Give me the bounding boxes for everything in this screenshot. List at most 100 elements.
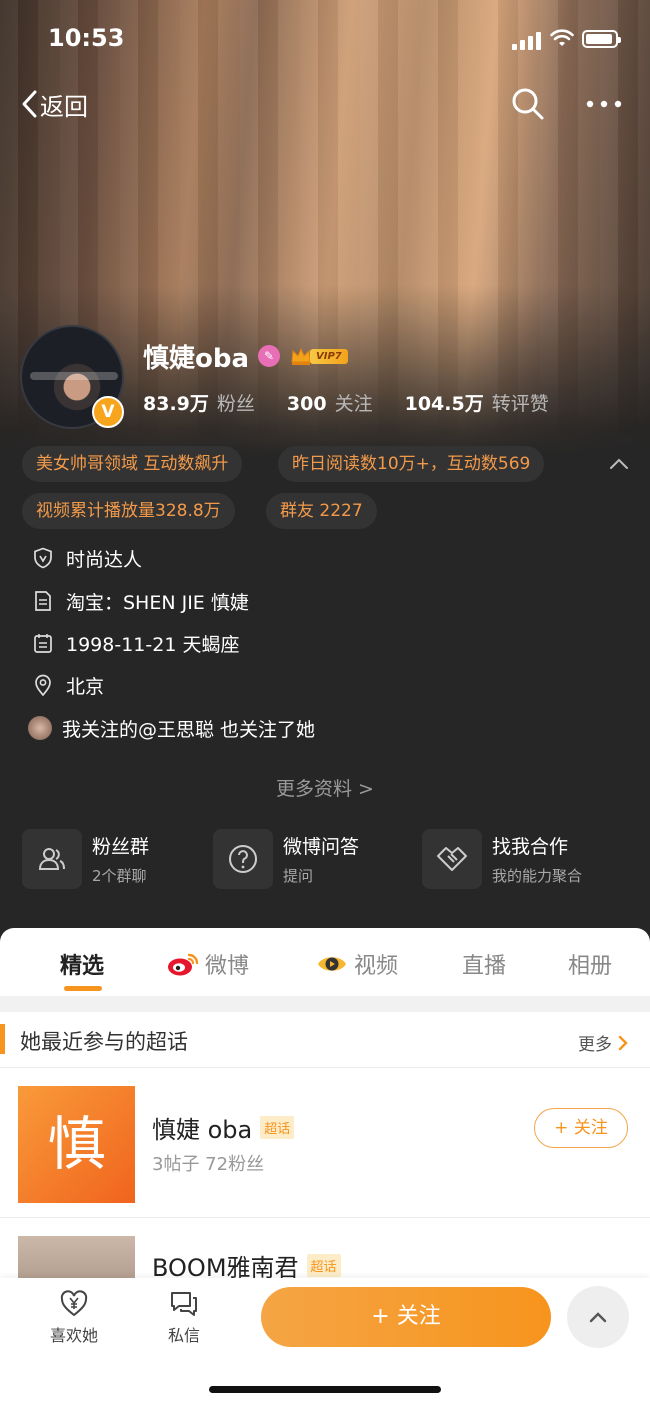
info-location: 北京 — [32, 670, 104, 700]
fans-count[interactable]: 83.9万 粉丝 — [143, 389, 255, 416]
section-title: 她最近参与的超话 — [20, 1030, 188, 1054]
fan-group-icon-box — [22, 829, 82, 889]
vip-label: VIP7 — [310, 348, 348, 364]
back-button[interactable]: 返回 — [18, 86, 88, 122]
interaction-count[interactable]: 104.5万 转评赞 — [405, 389, 549, 416]
topic-stats: 3帖子 72粉丝 — [152, 1154, 265, 1175]
tab-featured[interactable]: 精选 — [60, 948, 104, 980]
info-birthday: 1998-11-21 天蝎座 — [32, 628, 239, 658]
follow-button[interactable]: + 关注 — [261, 1287, 551, 1347]
super-topic-badge: 超话 — [260, 1116, 295, 1139]
tab-featured-label: 精选 — [60, 954, 105, 979]
back-label: 返回 — [40, 92, 88, 121]
cooperation-icon-box — [422, 829, 482, 889]
topic-name: 慎婕 oba — [152, 1116, 253, 1144]
super-topic-section-header: 她最近参与的超话 更多 — [0, 1012, 650, 1068]
fans-label: 粉丝 — [216, 393, 255, 415]
topic-thumbnail: 慎 — [18, 1086, 135, 1203]
battery-icon — [582, 30, 621, 48]
following-count[interactable]: 300 关注 — [287, 389, 373, 416]
vip-badge[interactable]: VIP7 — [290, 344, 348, 368]
location-pin-icon — [35, 674, 51, 696]
video-eye-icon — [318, 957, 346, 971]
tab-weibo[interactable]: 微博 — [167, 948, 249, 980]
info-title: 时尚达人 — [66, 548, 143, 571]
feature-fan-group-title: 粉丝群 — [92, 836, 150, 858]
tag-group-members[interactable]: 群友 2227 — [266, 493, 377, 529]
handshake-icon — [437, 847, 467, 871]
profile-stats: 83.9万 粉丝 300 关注 104.5万 转评赞 — [143, 389, 581, 416]
info-birthday-text: 1998-11-21 天蝎座 — [66, 633, 240, 656]
tab-video[interactable]: 视频 — [316, 948, 398, 980]
feature-cooperation[interactable]: 找我合作 我的能力聚合 — [422, 828, 582, 890]
info-taobao-text: 淘宝：SHEN JIE 慎婕 — [66, 591, 249, 614]
following-label: 关注 — [334, 393, 373, 415]
weibo-icon — [168, 953, 199, 976]
chevron-left-icon — [22, 90, 37, 118]
crown-icon — [291, 347, 311, 365]
following-number: 300 — [286, 393, 327, 415]
chevron-up-icon[interactable] — [608, 455, 630, 471]
wifi-icon — [550, 29, 574, 46]
interaction-label: 转评赞 — [491, 393, 549, 415]
verified-badge: V — [92, 396, 124, 428]
people-icon — [38, 848, 65, 870]
active-tab-indicator — [64, 986, 102, 991]
feature-qa-title: 微博问答 — [283, 836, 360, 858]
qa-icon-box — [213, 829, 273, 889]
section-divider — [0, 996, 650, 1012]
super-topic-item[interactable]: 慎 慎婕 oba 超话 3帖子 72粉丝 + 关注 — [0, 1068, 650, 1218]
tab-album[interactable]: 相册 — [568, 948, 612, 980]
member-badge-icon[interactable]: ✎ — [258, 345, 280, 367]
search-icon[interactable] — [510, 86, 546, 122]
feature-qa-sub: 提问 — [283, 867, 314, 885]
calendar-icon — [34, 634, 52, 653]
scroll-top-button[interactable] — [567, 1286, 629, 1348]
question-icon — [229, 845, 257, 873]
like-her-button[interactable]: 喜欢她 — [44, 1290, 104, 1346]
info-verification: 时尚达人 — [32, 543, 142, 573]
shield-icon — [34, 547, 52, 569]
interaction-number: 104.5万 — [404, 393, 484, 415]
tag-domain[interactable]: 美女帅哥领域 互动数飙升 — [22, 446, 243, 482]
info-mutual-follow[interactable]: 我关注的@王思聪 也关注了她 — [28, 713, 316, 743]
profile-name: 慎婕oba — [143, 344, 250, 374]
tab-live-label: 直播 — [462, 954, 507, 979]
heart-yen-icon — [60, 1290, 88, 1317]
info-mutual-text: 我关注的@王思聪 也关注了她 — [62, 718, 316, 741]
status-bar: 10:53 — [0, 22, 650, 58]
fans-number: 83.9万 — [143, 393, 209, 415]
more-icon[interactable] — [584, 92, 624, 116]
topic-thumbnail-char: 慎 — [47, 1110, 106, 1178]
super-topic-badge: 超话 — [306, 1254, 341, 1277]
tag-video-plays[interactable]: 视频累计播放量328.8万 — [22, 493, 235, 529]
section-more-label: 更多 — [578, 1035, 612, 1055]
feature-cooperation-title: 找我合作 — [492, 836, 569, 858]
section-accent-bar — [0, 1024, 5, 1054]
chevron-up-icon — [589, 1312, 607, 1323]
tab-weibo-label: 微博 — [205, 954, 250, 979]
topic-name-row: 慎婕 oba 超话 — [152, 1110, 295, 1145]
status-time: 10:53 — [48, 24, 125, 52]
chevron-right-icon — [618, 1035, 628, 1050]
document-icon — [35, 591, 51, 611]
cellular-signal-icon — [512, 32, 542, 50]
feature-fan-group-sub: 2个群聊 — [92, 867, 147, 885]
message-label: 私信 — [167, 1326, 200, 1345]
like-her-label: 喜欢她 — [49, 1326, 98, 1345]
chat-icon — [171, 1292, 197, 1316]
more-info-link[interactable]: 更多资料 > — [0, 774, 650, 801]
tab-video-label: 视频 — [354, 954, 399, 979]
feature-qa[interactable]: 微博问答 提问 — [213, 828, 359, 890]
info-taobao: 淘宝：SHEN JIE 慎婕 — [32, 586, 249, 616]
feature-fan-group[interactable]: 粉丝群 2个群聊 — [22, 828, 149, 890]
tag-reads[interactable]: 昨日阅读数10万+，互动数569 — [278, 446, 545, 482]
message-button[interactable]: 私信 — [154, 1290, 214, 1346]
topic-follow-button[interactable]: + 关注 — [534, 1108, 628, 1148]
feature-cooperation-sub: 我的能力聚合 — [492, 867, 583, 885]
tab-album-label: 相册 — [568, 954, 613, 979]
mutual-avatar — [28, 716, 52, 740]
home-indicator — [209, 1386, 441, 1393]
section-more-link[interactable]: 更多 — [578, 1030, 630, 1055]
tab-live[interactable]: 直播 — [462, 948, 506, 980]
